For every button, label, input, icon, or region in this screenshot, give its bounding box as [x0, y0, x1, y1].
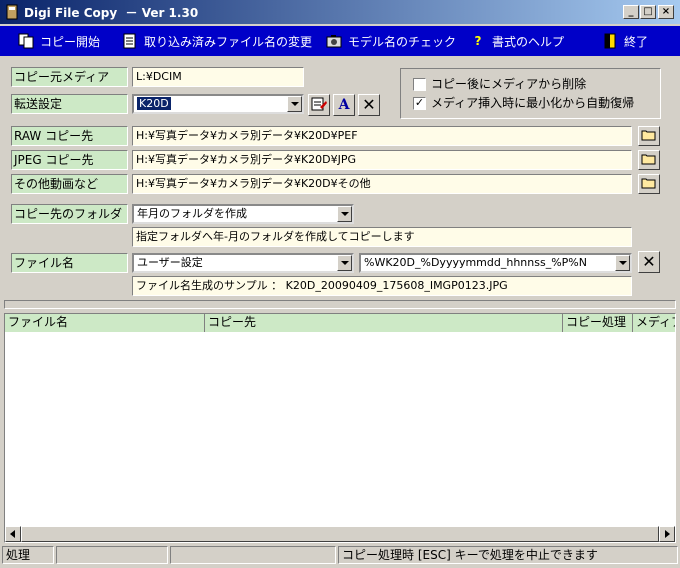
source-media-input[interactable]: L:¥DCIM: [132, 67, 304, 87]
rename-imported-label: 取り込み済みファイル名の変更: [144, 34, 313, 49]
transfer-settings-select[interactable]: K20D: [132, 94, 304, 114]
transfer-settings-value: K20D: [137, 97, 171, 110]
window-title: Digi File Copy － Ver 1.30: [24, 6, 199, 20]
font-icon[interactable]: A: [333, 94, 355, 116]
column-header-filename[interactable]: ファイル名: [5, 314, 205, 332]
x-icon: ✕: [642, 252, 656, 271]
raw-browse-button[interactable]: [638, 126, 660, 146]
edit-settings-button[interactable]: [308, 94, 330, 116]
format-help-button[interactable]: ? 書式のヘルプ: [470, 32, 565, 50]
edit-settings-icon: [311, 97, 327, 111]
file-list[interactable]: ファイル名 コピー先 コピー処理 メディア: [4, 313, 676, 543]
filename-mode-value: ユーザー設定: [137, 256, 203, 269]
chevron-down-icon[interactable]: [337, 206, 352, 222]
rename-icon: [122, 33, 138, 49]
folder-icon: [641, 154, 656, 165]
rename-imported-button[interactable]: 取り込み済みファイル名の変更: [122, 32, 312, 50]
clear-pattern-button[interactable]: ✕: [638, 251, 660, 273]
toolbar: コピー開始 取り込み済みファイル名の変更 モデル名のチェック ? 書式のヘルプ …: [0, 26, 680, 56]
column-header-copy-status[interactable]: コピー処理: [563, 314, 633, 332]
scroll-left-button[interactable]: [5, 526, 21, 542]
minimize-button[interactable]: _: [623, 5, 639, 19]
dest-folder-description: 指定フォルダへ年-月のフォルダを作成してコピーします: [132, 227, 632, 247]
filename-label: ファイル名: [11, 253, 128, 273]
model-check-button[interactable]: モデル名のチェック: [326, 32, 456, 50]
options-group: コピー後にメディアから削除 ✓ メディア挿入時に最小化から自動復帰: [400, 68, 661, 119]
folder-icon: [641, 178, 656, 189]
scroll-right-button[interactable]: [659, 526, 675, 542]
jpeg-dest-input[interactable]: H:¥写真データ¥カメラ別データ¥K20D¥JPG: [132, 150, 632, 170]
status-panel-3: [170, 546, 336, 564]
other-dest-label: その他動画など: [11, 174, 128, 194]
maximize-button[interactable]: □: [640, 5, 656, 19]
copy-start-button[interactable]: コピー開始: [18, 32, 100, 50]
filename-mode-select[interactable]: ユーザー設定: [132, 253, 354, 273]
close-button[interactable]: ×: [658, 5, 674, 19]
arrow-right-icon: [665, 530, 670, 538]
source-media-label: コピー元メディア: [11, 67, 128, 87]
horizontal-scrollbar[interactable]: [5, 526, 675, 542]
list-header: ファイル名 コピー先 コピー処理 メディア: [5, 314, 675, 332]
arrow-left-icon: [10, 530, 15, 538]
chevron-down-icon[interactable]: [615, 255, 630, 271]
copy-start-label: コピー開始: [40, 34, 101, 49]
delete-after-checkbox[interactable]: [413, 78, 426, 91]
model-check-label: モデル名のチェック: [348, 34, 457, 49]
filename-pattern-value: %WK20D_%Dyyyymmdd_hhnnss_%P%N: [364, 256, 587, 269]
title-bar[interactable]: Digi File Copy － Ver 1.30 _ □ ×: [0, 0, 680, 24]
app-icon: [4, 4, 20, 20]
dest-folder-label: コピー先のフォルダ: [11, 204, 128, 224]
column-header-media[interactable]: メディア: [633, 314, 675, 332]
delete-after-label: コピー後にメディアから削除: [431, 77, 587, 91]
jpeg-dest-label: JPEG コピー先: [11, 150, 128, 170]
door-icon: [602, 33, 618, 49]
auto-restore-checkbox[interactable]: ✓: [413, 97, 426, 110]
folder-icon: [641, 130, 656, 141]
filename-sample: ファイル名生成のサンプル ： K20D_20090409_175608_IMGP…: [132, 276, 632, 296]
exit-label: 終了: [624, 34, 649, 49]
other-dest-input[interactable]: H:¥写真データ¥カメラ別データ¥K20D¥その他: [132, 174, 632, 194]
scroll-thumb[interactable]: [21, 526, 659, 542]
format-help-label: 書式のヘルプ: [492, 34, 565, 49]
delete-settings-button[interactable]: ✕: [358, 94, 380, 116]
splitter[interactable]: [4, 300, 676, 309]
raw-dest-label: RAW コピー先: [11, 126, 128, 146]
copy-icon: [18, 33, 34, 49]
help-icon: ?: [474, 34, 482, 48]
status-message: コピー処理時 [ESC] キーで処理を中止できます: [338, 546, 678, 564]
filename-pattern-select[interactable]: %WK20D_%Dyyyymmdd_hhnnss_%P%N: [359, 253, 632, 273]
chevron-down-icon[interactable]: [337, 255, 352, 271]
dest-folder-value: 年月のフォルダを作成: [137, 207, 247, 220]
exit-button[interactable]: 終了: [602, 32, 648, 50]
dest-folder-select[interactable]: 年月のフォルダを作成: [132, 204, 354, 224]
status-state: 処理: [2, 546, 54, 564]
status-panel-2: [56, 546, 168, 564]
raw-dest-input[interactable]: H:¥写真データ¥カメラ別データ¥K20D¥PEF: [132, 126, 632, 146]
column-header-destination[interactable]: コピー先: [205, 314, 563, 332]
auto-restore-label: メディア挿入時に最小化から自動復帰: [431, 96, 635, 110]
transfer-settings-label: 転送設定: [11, 94, 128, 114]
chevron-down-icon[interactable]: [287, 96, 302, 112]
other-browse-button[interactable]: [638, 174, 660, 194]
jpeg-browse-button[interactable]: [638, 150, 660, 170]
camera-icon: [326, 33, 342, 49]
x-icon: ✕: [362, 95, 376, 114]
